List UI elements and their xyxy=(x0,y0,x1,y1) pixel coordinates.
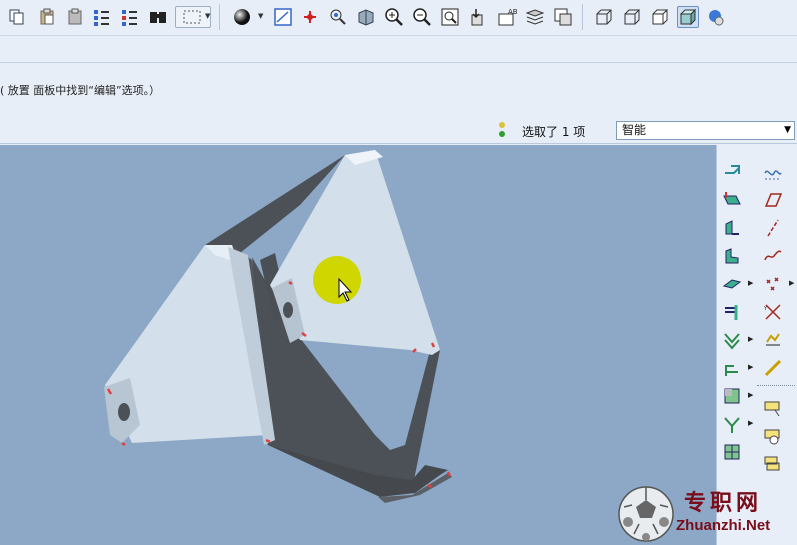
datum-curve-sketch-icon[interactable] xyxy=(761,161,785,185)
main-toolbar: ▼ ▼ AB xyxy=(0,0,797,36)
edge-bend-icon[interactable] xyxy=(720,356,744,380)
datum-point-icon[interactable] xyxy=(761,272,785,296)
bend-back-dropdown-arrow[interactable]: ▶ xyxy=(748,419,753,427)
refit-icon[interactable] xyxy=(439,6,461,28)
paste-icon[interactable] xyxy=(36,6,58,28)
coordinate-system-icon[interactable]: Y xyxy=(761,300,785,324)
toolbar-separator xyxy=(582,4,583,30)
status-bar: 选取了 1 项 智能 ▼ xyxy=(0,116,797,144)
creo-sheetmetal-window: ▼ ▼ AB (放置 面板中找到“编辑”选项。） 选取了 1 项 智能 ▼ ▶… xyxy=(0,0,797,545)
selection-count: 选取了 1 项 xyxy=(522,125,586,139)
shading-dropdown-arrow[interactable]: ▼ xyxy=(258,12,263,20)
hidden-line-icon[interactable] xyxy=(621,6,643,28)
toolbar-separator xyxy=(219,4,220,30)
regen-manager-icon[interactable] xyxy=(119,6,141,28)
unbend-dropdown-arrow[interactable]: ▶ xyxy=(748,391,753,399)
select-dropdown-arrow[interactable]: ▼ xyxy=(205,12,210,20)
sketch-view-icon[interactable] xyxy=(272,6,294,28)
datum-plane-icon[interactable] xyxy=(761,188,785,212)
annotation-icon[interactable] xyxy=(761,396,785,420)
chevron-down-icon[interactable]: ▼ xyxy=(784,122,791,139)
selection-filter-select[interactable]: 智能 ▼ xyxy=(616,121,795,140)
selection-filter-value: 智能 xyxy=(622,123,647,137)
flat-pattern-icon[interactable] xyxy=(720,440,744,464)
spin-center-icon[interactable] xyxy=(327,6,349,28)
form-icon[interactable] xyxy=(761,452,785,476)
analysis-icon[interactable] xyxy=(761,328,785,352)
datum-axis-tool-icon[interactable] xyxy=(761,216,785,240)
unbend-icon[interactable] xyxy=(720,384,744,408)
sheetmetal-part-model[interactable] xyxy=(0,145,716,545)
no-hidden-icon[interactable] xyxy=(649,6,671,28)
orient-icon[interactable] xyxy=(355,6,377,28)
view-manager-icon[interactable] xyxy=(552,6,574,28)
graphics-window[interactable] xyxy=(0,145,716,545)
message-text: ( 放置 面板中找到“编辑”选项。） xyxy=(0,84,161,97)
insert-ui-icon[interactable] xyxy=(761,424,785,448)
layers-icon[interactable] xyxy=(524,6,546,28)
traffic-light-icon xyxy=(496,120,508,140)
zoom-out-icon[interactable] xyxy=(411,6,433,28)
svg-text:AB: AB xyxy=(508,8,518,16)
soccer-ball-logo-icon xyxy=(618,486,674,542)
wireframe-icon[interactable] xyxy=(593,6,615,28)
extend-dropdown-arrow[interactable]: ▶ xyxy=(748,279,753,287)
regenerate-icon[interactable] xyxy=(91,6,113,28)
zoom-in-icon[interactable] xyxy=(383,6,405,28)
bend-icon[interactable] xyxy=(720,328,744,352)
cursor-highlight xyxy=(313,256,361,304)
insert-analysis-icon[interactable] xyxy=(761,356,785,380)
bend-dropdown-arrow[interactable]: ▶ xyxy=(748,335,753,343)
merge-wall-icon[interactable] xyxy=(720,300,744,324)
watermark-url: Zhuanzhi.Net xyxy=(676,517,771,534)
copy-icon[interactable] xyxy=(6,6,28,28)
datum-curve-icon[interactable] xyxy=(761,244,785,268)
traffic-light-bottom xyxy=(499,131,505,137)
traffic-light-top xyxy=(499,122,505,128)
datum-point-dropdown-arrow[interactable]: ▶ xyxy=(789,279,794,287)
flat-wall-icon[interactable] xyxy=(720,188,744,212)
appearance-icon[interactable] xyxy=(705,6,727,28)
twist-wall-icon[interactable] xyxy=(720,244,744,268)
divider xyxy=(0,62,797,63)
watermark-logo: 专职网 Zhuanzhi.Net xyxy=(612,482,797,545)
reorient-icon[interactable] xyxy=(467,6,489,28)
edge-bend-dropdown-arrow[interactable]: ▶ xyxy=(748,363,753,371)
extend-wall-icon[interactable] xyxy=(720,272,744,296)
named-views-icon[interactable]: AB xyxy=(497,6,519,28)
flange-wall-icon[interactable] xyxy=(720,216,744,240)
datum-axis-icon[interactable] xyxy=(299,6,321,28)
sheetmetal-wall-icon[interactable] xyxy=(720,161,744,185)
paste-special-icon[interactable] xyxy=(64,6,86,28)
watermark-title: 专职网 xyxy=(684,490,763,516)
message-area xyxy=(0,36,797,116)
shading-sphere-icon[interactable] xyxy=(231,6,253,28)
toolbar-separator xyxy=(757,385,795,386)
shaded-icon[interactable] xyxy=(677,6,699,28)
find-icon[interactable] xyxy=(147,6,169,28)
bend-back-icon[interactable] xyxy=(720,412,744,436)
